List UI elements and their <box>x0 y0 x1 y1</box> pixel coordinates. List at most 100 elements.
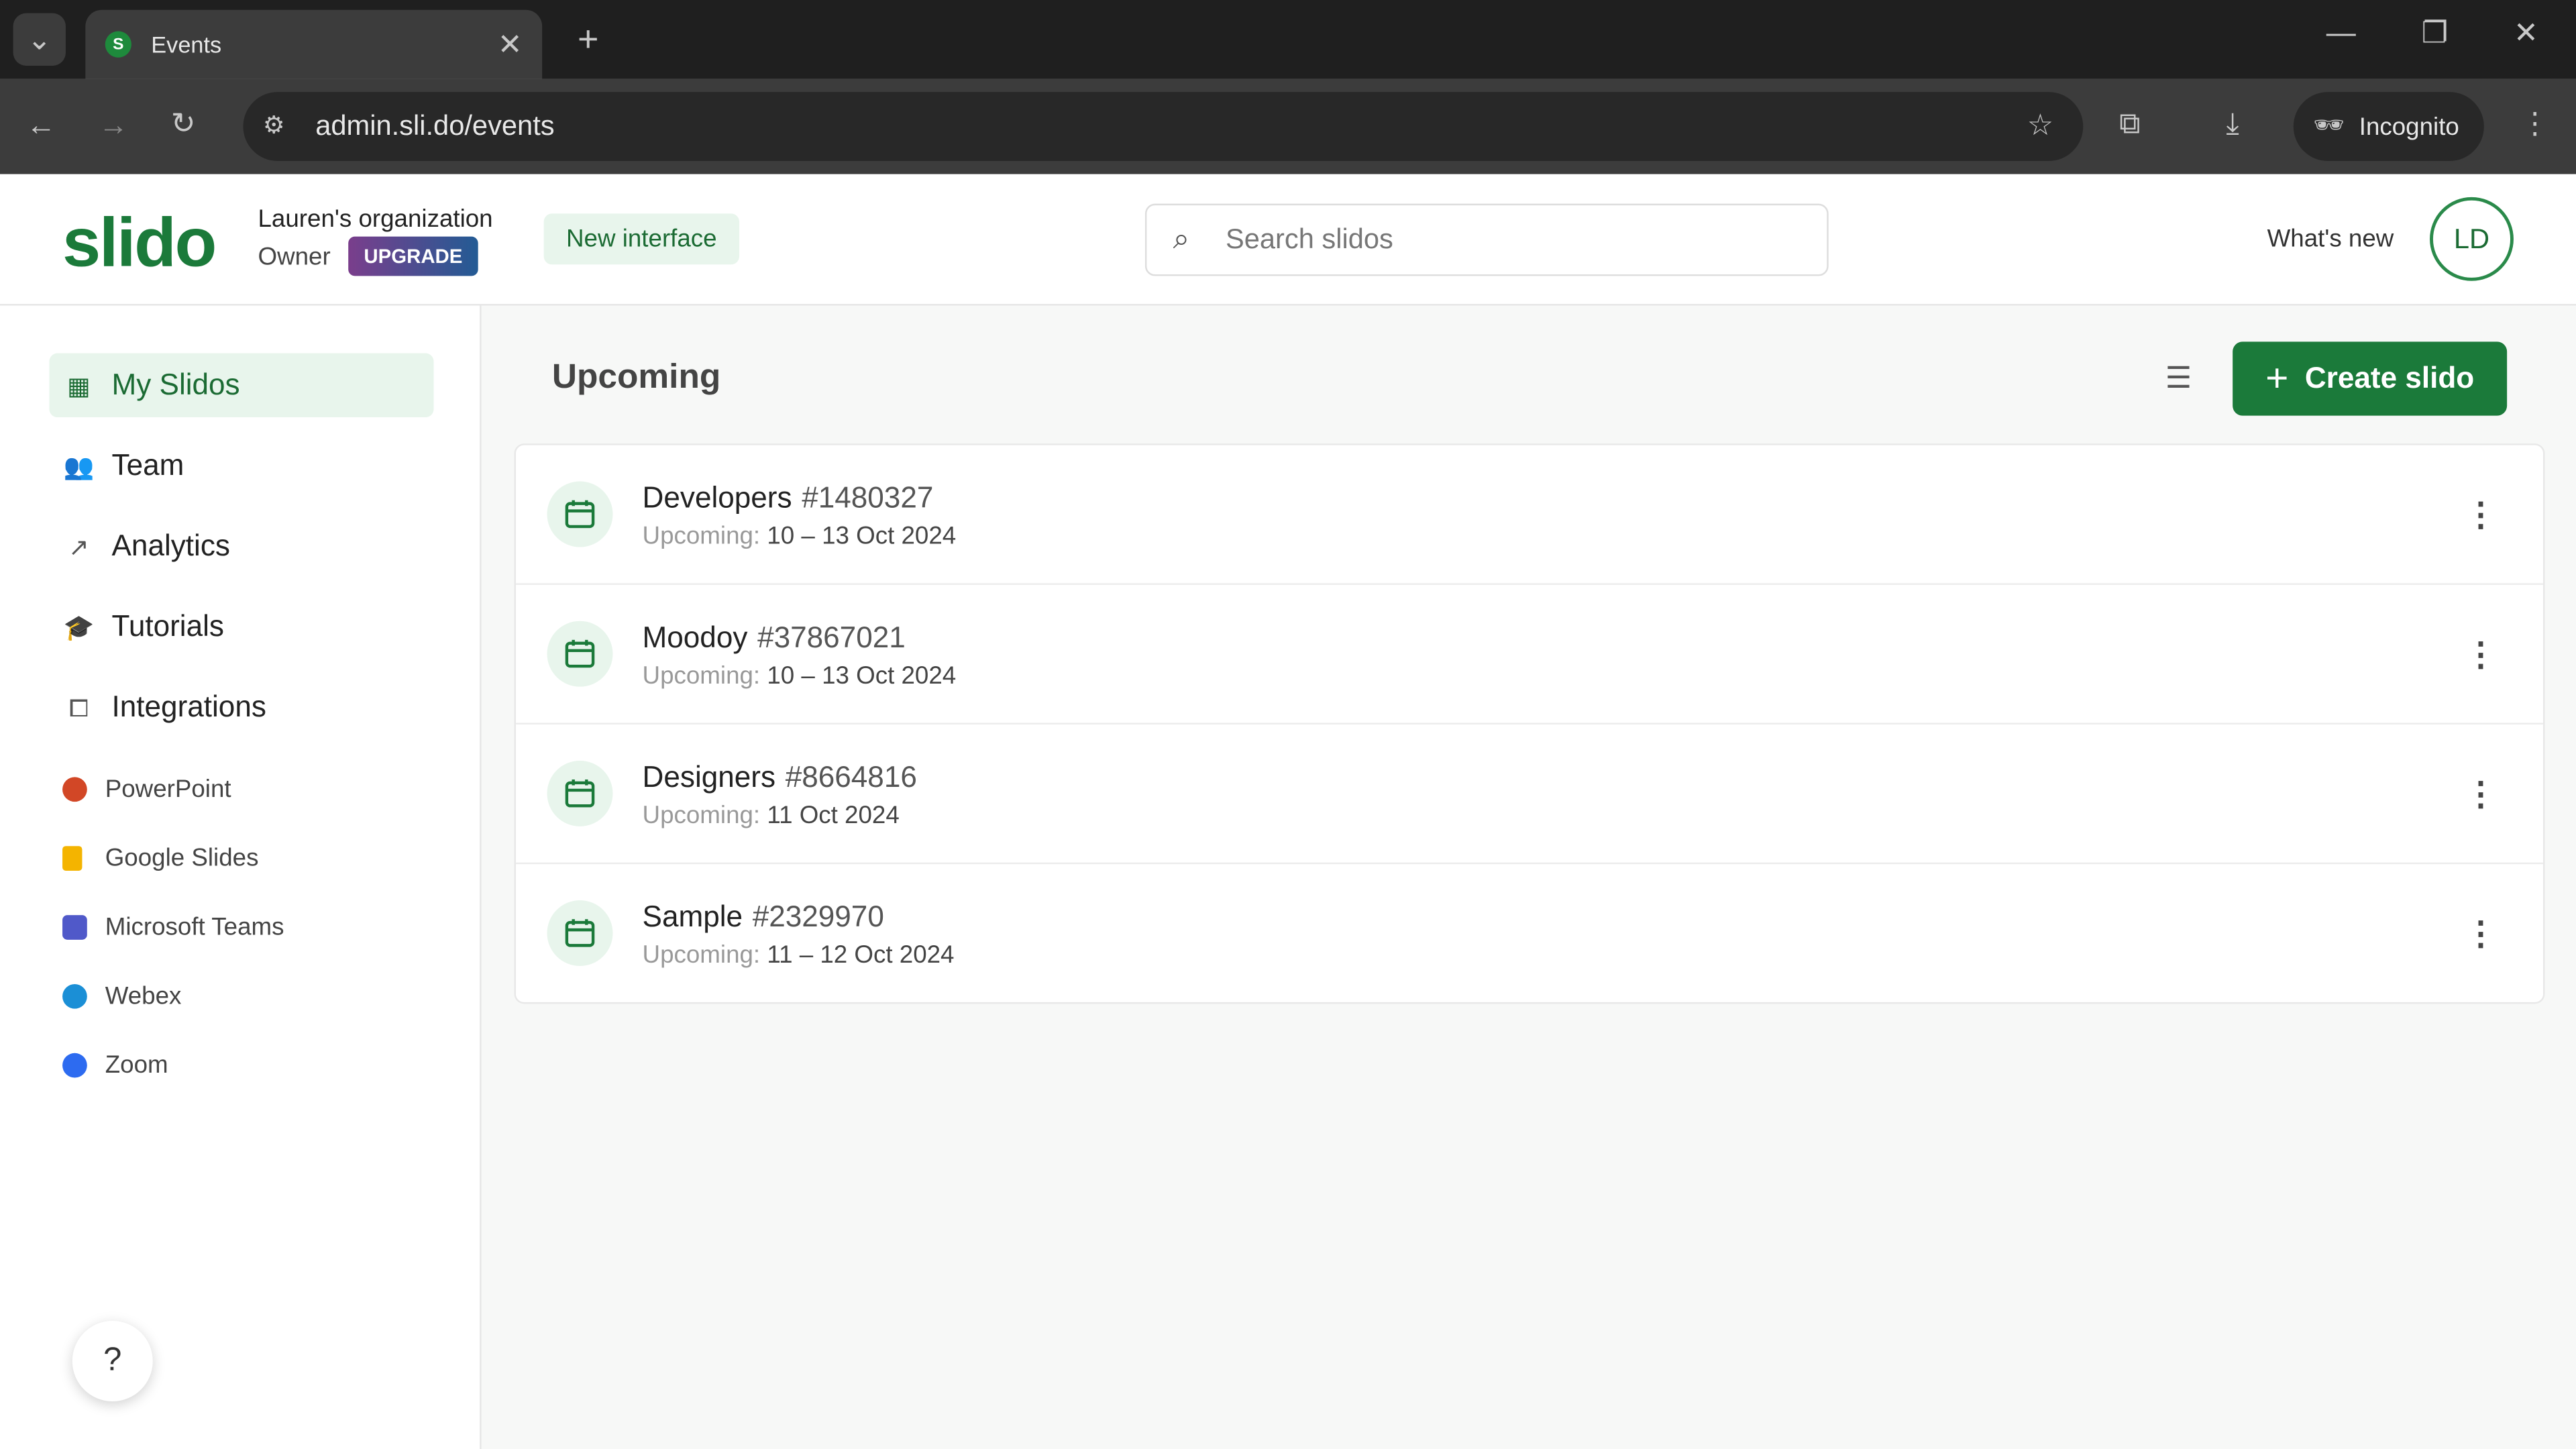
org-name: Lauren's organization <box>258 205 493 233</box>
event-dates: 11 – 12 Oct 2024 <box>767 941 955 969</box>
event-code: #8664816 <box>785 760 917 794</box>
event-row[interactable]: Moodoy #37867021 Upcoming: 10 – 13 Oct 20… <box>515 585 2544 725</box>
more-options-icon[interactable]: ⋮ <box>2464 634 2497 675</box>
sidebar-item-tutorials[interactable]: 🎓 Tutorials <box>49 595 433 659</box>
google-slides-icon <box>62 846 83 871</box>
graduation-cap-icon: 🎓 <box>63 614 95 643</box>
tab-search-chevron-icon[interactable]: ⌄ <box>13 13 66 66</box>
calendar-icon <box>547 621 613 687</box>
close-tab-icon[interactable]: ✕ <box>498 27 523 61</box>
forward-icon[interactable]: → <box>99 109 128 143</box>
event-row[interactable]: Developers #1480327 Upcoming: 10 – 13 Oct… <box>515 445 2544 585</box>
browser-toolbar: ← → ↻ ⚙ admin.sli.do/events ☆ ⧉ ⤓ 🕶 Inco… <box>0 78 2576 174</box>
reload-icon[interactable]: ↻ <box>171 107 196 141</box>
create-slido-label: Create slido <box>2304 361 2475 394</box>
plus-icon: + <box>2265 356 2289 400</box>
sidebar-item-analytics[interactable]: ↗ Analytics <box>49 515 433 579</box>
address-bar[interactable]: ⚙ admin.sli.do/events ☆ <box>243 92 2084 162</box>
event-row[interactable]: Sample #2329970 Upcoming: 11 – 12 Oct 202… <box>516 864 2543 1004</box>
more-options-icon[interactable]: ⋮ <box>2464 914 2497 955</box>
search-icon: ⌕ <box>1173 221 1190 255</box>
browser-tab[interactable]: S Events ✕ <box>85 9 543 79</box>
zoom-icon <box>62 1053 87 1078</box>
sidebar-item-my-slidos[interactable]: ▦ My Slidos <box>49 353 434 418</box>
event-name[interactable]: Sample <box>643 900 743 933</box>
event-dates: 10 – 13 Oct 2024 <box>767 661 957 690</box>
calendar-icon <box>547 481 613 547</box>
integration-label: Microsoft Teams <box>105 913 284 942</box>
integration-zoom[interactable]: Zoom <box>62 1051 168 1079</box>
help-button[interactable]: ? <box>72 1320 153 1401</box>
event-status: Upcoming: <box>642 661 761 690</box>
incognito-indicator[interactable]: 🕶 Incognito <box>2293 92 2484 162</box>
create-slido-button[interactable]: + Create slido <box>2233 341 2508 416</box>
download-icon[interactable]: ⤓ <box>2226 107 2239 141</box>
sidebar-item-label: Integrations <box>111 690 266 723</box>
incognito-icon: 🕶 <box>2313 111 2345 140</box>
bookmark-star-icon[interactable]: ☆ <box>2027 109 2054 143</box>
new-tab-icon[interactable]: + <box>568 18 608 59</box>
site-settings-icon[interactable]: ⚙ <box>263 110 285 140</box>
event-name[interactable]: Designers <box>643 761 775 794</box>
sidebar-item-label: Analytics <box>111 529 230 562</box>
more-options-icon[interactable]: ⋮ <box>2464 773 2497 814</box>
integration-google-slides[interactable]: Google Slides <box>62 844 259 873</box>
integration-powerpoint[interactable]: PowerPoint <box>62 775 231 804</box>
slido-logo[interactable]: slido <box>62 204 217 283</box>
search-input[interactable]: ⌕ Search slidos <box>1144 203 1829 276</box>
event-dates: 10 – 13 Oct 2024 <box>767 522 957 551</box>
sidebar-item-integrations[interactable]: ⧠ Integrations <box>49 676 433 740</box>
extensions-icon[interactable]: ⧉ <box>2119 107 2140 141</box>
incognito-label: Incognito <box>2359 112 2459 141</box>
app-header: slido Lauren's organization Owner UPGRAD… <box>0 174 2576 306</box>
integration-label: Webex <box>105 982 182 1011</box>
event-code: #1480327 <box>802 481 934 515</box>
integration-webex[interactable]: Webex <box>62 982 181 1010</box>
calendar-icon <box>547 900 613 967</box>
sidebar-item-team[interactable]: 👥 Team <box>49 434 433 498</box>
restore-icon[interactable]: ❐ <box>2422 16 2449 50</box>
sidebar-item-label: Team <box>111 448 184 482</box>
new-interface-button[interactable]: New interface <box>543 213 740 265</box>
integration-label: Zoom <box>105 1051 168 1079</box>
event-code: #37867021 <box>757 621 906 654</box>
minimize-icon[interactable]: — <box>2326 16 2356 50</box>
event-status: Upcoming: <box>642 522 761 551</box>
sidebar-item-label: My Slidos <box>111 368 240 401</box>
filter-icon[interactable]: ☰ <box>2165 362 2192 396</box>
page-title: Upcoming <box>551 358 721 396</box>
role-label: Owner <box>258 243 331 272</box>
more-options-icon[interactable]: ⋮ <box>2464 494 2497 535</box>
people-icon: 👥 <box>63 453 95 482</box>
calendar-icon <box>547 760 613 826</box>
integration-label: Google Slides <box>105 844 259 873</box>
sidebar: ▦ My Slidos 👥 Team ↗ Analytics 🎓 Tutorials ⧠… <box>0 305 482 1449</box>
trend-icon: ↗ <box>68 533 89 562</box>
back-icon[interactable]: ← <box>26 109 56 143</box>
event-list: Developers #1480327 Upcoming: 10 – 13 Oct… <box>514 443 2545 1004</box>
powerpoint-icon <box>62 777 87 802</box>
event-code: #2329970 <box>752 900 884 934</box>
sidebar-item-label: Tutorials <box>111 609 224 643</box>
event-name[interactable]: Moodoy <box>643 621 748 654</box>
event-dates: 11 Oct 2024 <box>767 802 900 830</box>
avatar[interactable]: LD <box>2430 197 2514 281</box>
slido-favicon-icon: S <box>105 31 131 58</box>
whats-new-link[interactable]: What's new <box>2267 225 2394 254</box>
puzzle-icon: ⧠ <box>68 694 89 722</box>
event-name[interactable]: Developers <box>643 482 792 515</box>
search-placeholder: Search slidos <box>1225 223 1393 255</box>
webex-icon <box>62 983 87 1009</box>
browser-menu-icon[interactable]: ⋮ <box>2520 107 2550 141</box>
microsoft-teams-icon <box>62 915 87 940</box>
event-status: Upcoming: <box>642 802 761 830</box>
integration-microsoft-teams[interactable]: Microsoft Teams <box>62 913 284 942</box>
close-window-icon[interactable]: ✕ <box>2514 16 2538 50</box>
integration-label: PowerPoint <box>105 775 231 804</box>
calendar-grid-icon: ▦ <box>67 372 91 401</box>
upgrade-button[interactable]: UPGRADE <box>348 236 478 276</box>
event-status: Upcoming: <box>642 941 761 969</box>
browser-tab-bar: ⌄ S Events ✕ + — ❐ ✕ <box>0 0 2576 79</box>
event-row[interactable]: Designers #8664816 Upcoming: 11 Oct 2024 … <box>515 724 2544 865</box>
url-text: admin.sli.do/events <box>315 110 555 142</box>
